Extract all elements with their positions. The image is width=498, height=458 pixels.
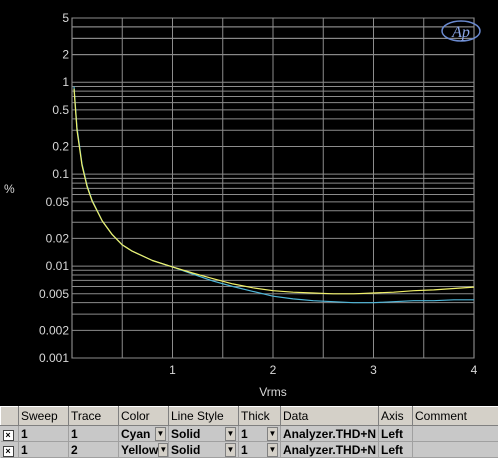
axis-cell[interactable]: Left bbox=[378, 441, 413, 458]
data-cell[interactable]: Analyzer.THD+N | bbox=[280, 425, 379, 442]
dropdown-arrow-icon[interactable]: ▼ bbox=[225, 426, 236, 441]
color-value: Cyan bbox=[121, 426, 151, 441]
y-tick-label: 0.5 bbox=[52, 103, 69, 117]
dropdown-arrow-icon[interactable]: ▼ bbox=[155, 426, 166, 441]
legend-header-row: Sweep Trace Color Line Style Thick Data … bbox=[0, 406, 498, 426]
line-style-value: Solid bbox=[171, 442, 201, 457]
header-axis[interactable]: Axis bbox=[378, 406, 413, 426]
x-tick-label: 4 bbox=[471, 363, 478, 377]
dropdown-arrow-icon[interactable]: ▼ bbox=[158, 442, 168, 457]
header-thick[interactable]: Thick bbox=[238, 406, 281, 426]
trace-cell[interactable]: 2 bbox=[68, 441, 119, 458]
y-tick-label: 0.2 bbox=[52, 139, 69, 153]
y-tick-label: 0.005 bbox=[39, 287, 69, 301]
line-style-cell[interactable]: Solid ▼ bbox=[168, 425, 239, 442]
legend-row: × 1 2 Yellow ▼ Solid ▼ 1 ▼ Analyzer.THD+N |… bbox=[0, 441, 498, 458]
legend-row: × 1 1 Cyan ▼ Solid ▼ 1 ▼ Analyzer.THD+N | L… bbox=[0, 425, 498, 442]
header-sweep[interactable]: Sweep bbox=[18, 406, 69, 426]
sweep-cell[interactable]: 1 bbox=[18, 425, 69, 442]
thd-plot: 5 2 1 0.5 0.2 0.1 0.05 0.02 0.01 0.005 0.002 0.001 1… bbox=[4, 11, 481, 399]
header-color[interactable]: Color bbox=[118, 406, 169, 426]
thick-cell[interactable]: 1 ▼ bbox=[238, 425, 281, 442]
header-data[interactable]: Data bbox=[280, 406, 379, 426]
trace-cell[interactable]: 1 bbox=[68, 425, 119, 442]
x-axis-label: Vrms bbox=[259, 385, 287, 399]
trace-legend-table: Sweep Trace Color Line Style Thick Data … bbox=[0, 406, 498, 458]
color-value: Yellow bbox=[121, 442, 159, 457]
y-tick-label: 0.1 bbox=[52, 167, 69, 181]
comment-cell[interactable] bbox=[412, 425, 498, 442]
dropdown-arrow-icon[interactable]: ▼ bbox=[267, 442, 278, 457]
thick-value: 1 bbox=[241, 426, 248, 441]
y-tick-label: 1 bbox=[62, 75, 69, 89]
header-trace[interactable]: Trace bbox=[68, 406, 119, 426]
header-line-style[interactable]: Line Style bbox=[168, 406, 239, 426]
y-tick-label: 0.05 bbox=[46, 195, 70, 209]
header-check bbox=[0, 406, 19, 426]
trace-enable-checkbox[interactable]: × bbox=[2, 429, 14, 441]
y-tick-label: 5 bbox=[62, 11, 69, 25]
dropdown-arrow-icon[interactable]: ▼ bbox=[225, 442, 236, 457]
line-style-value: Solid bbox=[171, 426, 201, 441]
color-cell[interactable]: Yellow ▼ bbox=[118, 441, 169, 458]
header-comment[interactable]: Comment bbox=[412, 406, 498, 426]
y-tick-label: 2 bbox=[62, 48, 69, 62]
thick-cell[interactable]: 1 ▼ bbox=[238, 441, 281, 458]
y-tick-label: 0.001 bbox=[39, 351, 69, 365]
y-tick-label: 0.002 bbox=[39, 323, 69, 337]
trace-enable-checkbox[interactable]: × bbox=[2, 445, 14, 457]
ap-logo-text: Ap bbox=[451, 24, 470, 41]
y-tick-label: 0.02 bbox=[46, 231, 70, 245]
dropdown-arrow-icon[interactable]: ▼ bbox=[267, 426, 278, 441]
x-tick-label: 1 bbox=[169, 363, 176, 377]
graph-window: 5 2 1 0.5 0.2 0.1 0.05 0.02 0.01 0.005 0.002 0.001 1… bbox=[0, 0, 498, 458]
sweep-cell[interactable]: 1 bbox=[18, 441, 69, 458]
axis-cell[interactable]: Left bbox=[378, 425, 413, 442]
y-axis-label: % bbox=[4, 182, 15, 196]
data-cell[interactable]: Analyzer.THD+N | bbox=[280, 441, 379, 458]
y-tick-label: 0.01 bbox=[46, 259, 70, 273]
comment-cell[interactable] bbox=[412, 441, 498, 458]
thick-value: 1 bbox=[241, 442, 248, 457]
line-style-cell[interactable]: Solid ▼ bbox=[168, 441, 239, 458]
x-tick-label: 2 bbox=[270, 363, 277, 377]
color-cell[interactable]: Cyan ▼ bbox=[118, 425, 169, 442]
x-tick-label: 3 bbox=[370, 363, 377, 377]
